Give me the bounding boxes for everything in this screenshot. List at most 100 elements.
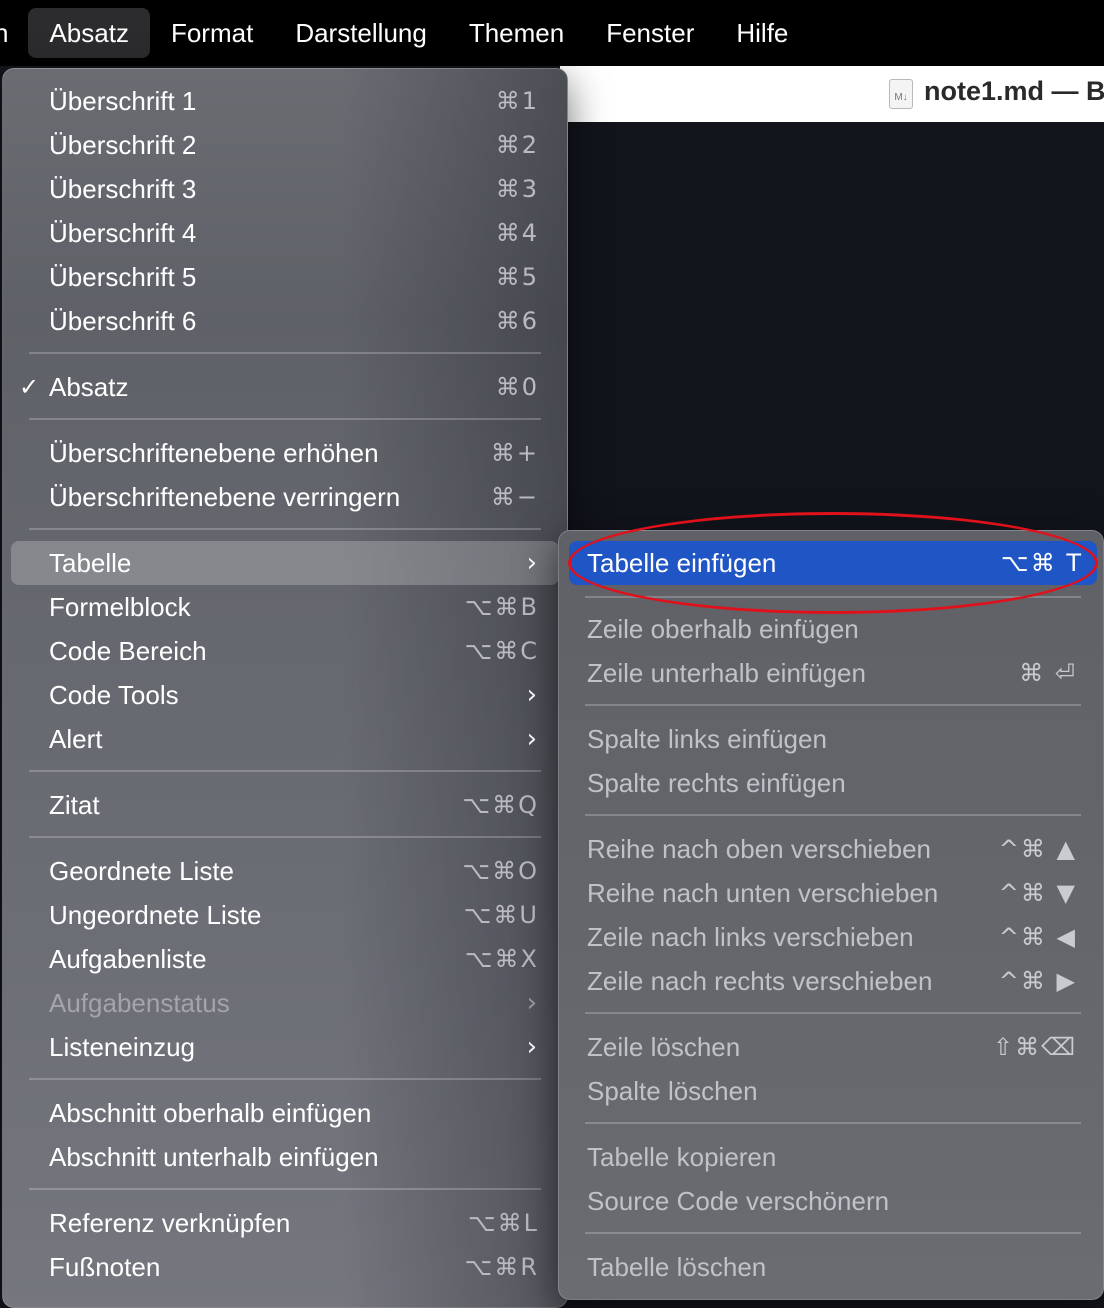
shortcut: ⌘− [490,483,539,511]
menu-separator [29,528,541,530]
menu-item-label: Tabelle [49,547,132,578]
menu-item-move-row-up: Reihe nach oben verschieben ^⌘ ▲ [559,827,1103,871]
shortcut: ⌥⌘U [463,901,539,929]
menu-item-beautify-source: Source Code verschönern [559,1179,1103,1223]
menu-item-task-status: Aufgabenstatus › [3,981,567,1025]
menu-item-label: Zitat [49,789,100,820]
menu-item-label: Überschrift 5 [49,261,197,292]
shortcut: ⌥⌘O [462,857,539,885]
menu-item-insert-column-left: Spalte links einfügen [559,717,1103,761]
shortcut: ^⌘ ◀ [998,923,1077,951]
menu-item-heading-6[interactable]: Überschrift 6 ⌘6 [3,299,567,343]
menu-item-label: Zeile nach rechts verschieben [587,965,933,996]
menu-item-label: Überschrift 4 [49,217,197,248]
menu-item-alert[interactable]: Alert › [3,717,567,761]
shortcut: ⇧⌘⌫ [992,1033,1077,1061]
menubar-item-cut-off[interactable]: n [0,8,8,58]
menu-item-label: Überschrift 3 [49,173,197,204]
menu-item-label: Aufgabenliste [49,943,207,974]
menu-item-delete-table: Tabelle löschen [559,1245,1103,1289]
menu-item-label: Reihe nach unten verschieben [587,877,939,908]
menu-separator [585,596,1081,598]
absatz-menu: Überschrift 1 ⌘1 Überschrift 2 ⌘2 Übersc… [2,68,568,1308]
menu-item-label: Aufgabenstatus [49,987,230,1018]
menu-item-insert-section-below[interactable]: Abschnitt unterhalb einfügen [3,1135,567,1179]
menu-item-label: Überschriftenebene erhöhen [49,437,379,468]
menu-item-paragraph[interactable]: ✓ Absatz ⌘0 [3,365,567,409]
menu-item-label: Code Tools [49,679,179,710]
menu-item-delete-row: Zeile löschen ⇧⌘⌫ [559,1025,1103,1069]
shortcut: ⌘6 [495,307,539,335]
menu-item-unordered-list[interactable]: Ungeordnete Liste ⌥⌘U [3,893,567,937]
menu-separator [29,770,541,772]
checkmark-icon: ✓ [19,373,40,401]
menu-item-label: Fußnoten [49,1251,161,1282]
menu-item-heading-2[interactable]: Überschrift 2 ⌘2 [3,123,567,167]
menu-item-label: Tabelle einfügen [587,547,777,578]
menu-item-label: Formelblock [49,591,191,622]
menu-item-code-block[interactable]: Code Bereich ⌥⌘C [3,629,567,673]
menu-item-heading-1[interactable]: Überschrift 1 ⌘1 [3,79,567,123]
shortcut: ⌘4 [495,219,539,247]
menu-separator [585,1012,1081,1014]
menu-separator [29,1078,541,1080]
menubar-item-themen[interactable]: Themen [448,8,585,58]
menu-separator [29,352,541,354]
menu-separator [29,418,541,420]
menu-item-heading-4[interactable]: Überschrift 4 ⌘4 [3,211,567,255]
shortcut: ^⌘ ▶ [998,967,1077,995]
menu-item-label: Ungeordnete Liste [49,899,262,930]
menu-item-label: Alert [49,723,103,754]
shortcut: ⌘+ [490,439,539,467]
menu-item-label: Referenz verknüpfen [49,1207,291,1238]
shortcut: ^⌘ ▲ [998,835,1077,863]
menu-item-move-column-left: Zeile nach links verschieben ^⌘ ◀ [559,915,1103,959]
menu-item-insert-section-above[interactable]: Abschnitt oberhalb einfügen [3,1091,567,1135]
menu-item-table[interactable]: Tabelle › [11,541,559,585]
menu-item-label: Überschrift 2 [49,129,197,160]
menu-item-ordered-list[interactable]: Geordnete Liste ⌥⌘O [3,849,567,893]
chevron-right-icon: › [526,988,537,1018]
menu-item-insert-row-below: Zeile unterhalb einfügen ⌘ ⏎ [559,651,1103,695]
menu-item-increase-heading[interactable]: Überschriftenebene erhöhen ⌘+ [3,431,567,475]
menu-item-label: Abschnitt unterhalb einfügen [49,1141,379,1172]
menu-item-insert-table[interactable]: Tabelle einfügen ⌥⌘ T [569,541,1097,585]
menu-item-label: Überschrift 6 [49,305,197,336]
markdown-file-icon: M↓ [889,79,913,109]
menu-item-label: Zeile oberhalb einfügen [587,613,859,644]
shortcut: ^⌘ ▼ [998,879,1077,907]
menu-item-label: Code Bereich [49,635,207,666]
menu-item-task-list[interactable]: Aufgabenliste ⌥⌘X [3,937,567,981]
menu-item-move-row-down: Reihe nach unten verschieben ^⌘ ▼ [559,871,1103,915]
menu-item-heading-3[interactable]: Überschrift 3 ⌘3 [3,167,567,211]
shortcut: ⌥⌘L [467,1209,539,1237]
menu-bar: n Absatz Format Darstellung Themen Fenst… [0,0,1104,66]
menu-item-label: Überschriftenebene verringern [49,481,401,512]
menu-item-code-tools[interactable]: Code Tools › [3,673,567,717]
chevron-right-icon: › [526,1032,537,1062]
menu-item-label: Source Code verschönern [587,1185,890,1216]
menubar-item-absatz[interactable]: Absatz [28,8,150,58]
menu-item-heading-5[interactable]: Überschrift 5 ⌘5 [3,255,567,299]
menu-item-footnotes[interactable]: Fußnoten ⌥⌘R [3,1245,567,1289]
menubar-item-darstellung[interactable]: Darstellung [274,8,448,58]
table-submenu: Tabelle einfügen ⌥⌘ T Zeile oberhalb ein… [558,530,1104,1300]
menu-item-label: Spalte links einfügen [587,723,827,754]
shortcut: ⌥⌘C [464,637,539,665]
menu-item-quote[interactable]: Zitat ⌥⌘Q [3,783,567,827]
menu-item-label: Abschnitt oberhalb einfügen [49,1097,372,1128]
menubar-item-hilfe[interactable]: Hilfe [715,8,809,58]
menu-item-label: Spalte rechts einfügen [587,767,846,798]
menu-item-link-reference[interactable]: Referenz verknüpfen ⌥⌘L [3,1201,567,1245]
window-title: note1.md — B [924,76,1104,106]
menu-separator [29,836,541,838]
menu-item-label: Absatz [49,371,129,402]
menu-item-label: Reihe nach oben verschieben [587,833,932,864]
menu-item-decrease-heading[interactable]: Überschriftenebene verringern ⌘− [3,475,567,519]
menu-item-insert-row-above: Zeile oberhalb einfügen [559,607,1103,651]
menubar-item-fenster[interactable]: Fenster [585,8,715,58]
shortcut: ⌥⌘B [464,593,539,621]
menu-item-list-indent[interactable]: Listeneinzug › [3,1025,567,1069]
menu-item-formula-block[interactable]: Formelblock ⌥⌘B [3,585,567,629]
menubar-item-format[interactable]: Format [150,8,274,58]
